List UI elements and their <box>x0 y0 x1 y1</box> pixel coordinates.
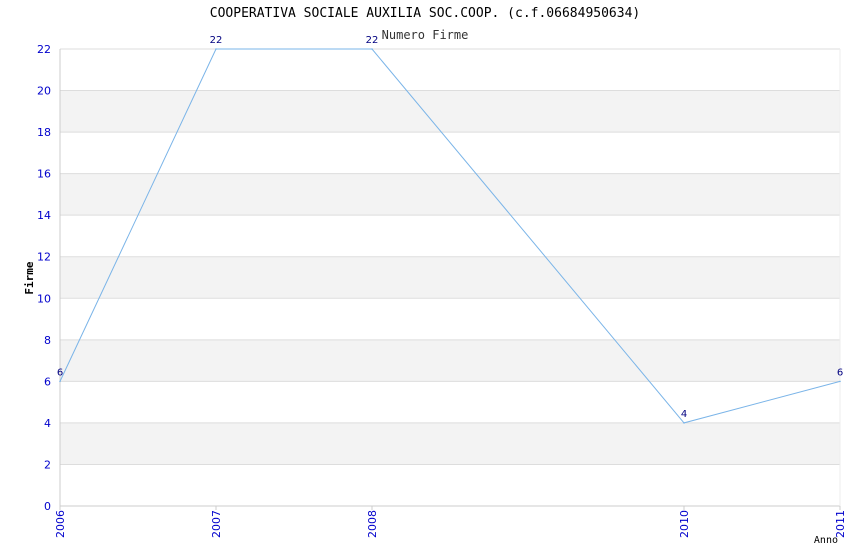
line-chart: 0 2 4 6 8 10 12 14 16 18 20 22 2006 2007 2008 2010 2011… <box>23 35 847 546</box>
y-tick-label: 22 <box>37 43 51 56</box>
y-tick-label: 0 <box>44 500 51 513</box>
y-tick-label: 8 <box>44 334 51 347</box>
data-label: 4 <box>681 409 687 420</box>
y-tick-label: 18 <box>37 126 51 139</box>
plot-band <box>60 464 840 506</box>
plot-band <box>60 381 840 423</box>
x-tick-label: 2007 <box>210 510 223 538</box>
y-tick-label: 4 <box>44 417 51 430</box>
x-tick-label: 2006 <box>54 510 67 538</box>
x-axis-label: Anno <box>814 535 838 546</box>
plot-bands <box>60 49 840 506</box>
y-tick-label: 6 <box>44 375 51 388</box>
plot-band <box>60 173 840 216</box>
y-tick-label: 20 <box>37 85 51 98</box>
plot-band <box>60 215 840 257</box>
data-point <box>371 48 373 50</box>
y-axis-label: Firme <box>23 261 36 294</box>
plot-band <box>60 339 840 382</box>
y-tick-label: 10 <box>37 292 51 305</box>
y-tick-label: 2 <box>44 458 51 471</box>
y-tick-label: 12 <box>37 251 51 264</box>
y-tick-labels: 0 2 4 6 8 10 12 14 16 18 20 22 <box>37 43 51 513</box>
plot-band <box>60 256 840 299</box>
y-tick-label: 16 <box>37 168 51 181</box>
data-point <box>215 48 217 50</box>
data-label: 6 <box>57 367 63 378</box>
data-point <box>839 380 841 383</box>
data-label: 22 <box>210 35 223 46</box>
x-tick-label: 2008 <box>366 510 379 538</box>
data-point <box>683 422 685 424</box>
plot-band <box>60 90 840 133</box>
data-label: 22 <box>366 35 379 46</box>
plot-band <box>60 49 840 91</box>
plot-band <box>60 422 840 465</box>
x-tick-labels: 2006 2007 2008 2010 2011 <box>54 510 847 538</box>
plot-band <box>60 132 840 174</box>
plot-band <box>60 298 840 340</box>
x-tick-label: 2011 <box>834 510 847 538</box>
data-point <box>59 380 61 383</box>
data-label: 6 <box>837 367 843 378</box>
x-tick-label: 2010 <box>678 510 691 538</box>
y-tick-label: 14 <box>37 209 51 222</box>
